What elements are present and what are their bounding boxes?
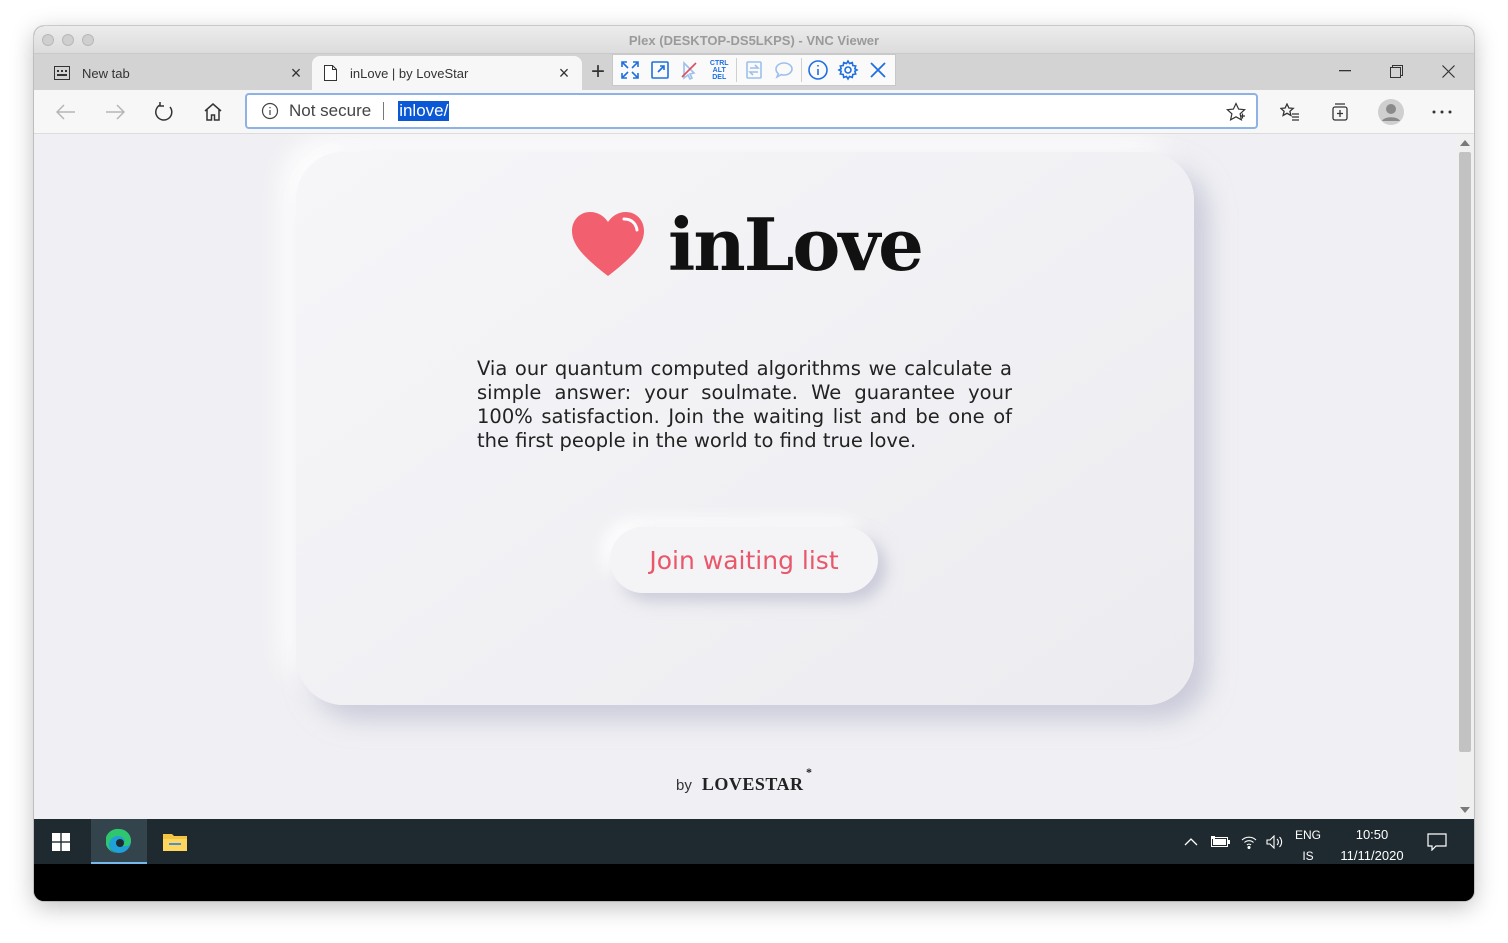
windows-taskbar: ENG IS 10:50 11/11/2020 xyxy=(34,819,1474,864)
clock-time: 10:50 xyxy=(1355,827,1389,842)
footer-by: by xyxy=(676,777,692,794)
fullscreen-icon[interactable] xyxy=(617,57,643,83)
back-arrow-icon[interactable] xyxy=(52,98,80,126)
tab-label: inLove | by LoveStar xyxy=(350,65,469,81)
close-toolbar-icon[interactable] xyxy=(865,57,891,83)
scale-icon[interactable] xyxy=(647,57,673,83)
description-text: Via our quantum computed algorithms we c… xyxy=(477,357,1012,452)
input-language[interactable]: ENG IS xyxy=(1292,825,1324,867)
heart-icon xyxy=(572,211,644,276)
toolbar-divider xyxy=(736,58,738,82)
lovestar-text: LOVESTAR xyxy=(701,774,804,794)
brand-name: inLove xyxy=(668,202,924,287)
battery-icon[interactable] xyxy=(1211,819,1231,864)
edge-browser-icon[interactable] xyxy=(91,819,147,864)
lovestar-logo[interactable]: LOVESTAR * xyxy=(701,765,812,795)
info-icon[interactable] xyxy=(806,57,832,83)
new-tab-page-icon xyxy=(54,65,70,81)
new-tab-button[interactable]: + xyxy=(586,60,610,85)
favorites-icon[interactable] xyxy=(1276,98,1304,126)
scroll-up-arrow-icon[interactable] xyxy=(1460,140,1470,146)
scroll-thumb[interactable] xyxy=(1459,152,1471,752)
collections-icon[interactable] xyxy=(1326,98,1354,126)
wifi-icon[interactable] xyxy=(1241,819,1257,864)
language-code: ENG xyxy=(1294,828,1321,842)
refresh-icon[interactable] xyxy=(150,98,178,126)
vnc-toolbar: CTRL ALT DEL xyxy=(612,54,896,86)
vnc-bottom-bar xyxy=(34,864,1474,901)
notifications-icon[interactable] xyxy=(1427,819,1447,864)
favorite-star-icon[interactable] xyxy=(1226,102,1246,122)
profile-avatar[interactable] xyxy=(1377,98,1405,126)
alt-label: ALT xyxy=(712,66,726,74)
minimize-icon[interactable] xyxy=(1320,56,1370,86)
windows-start-icon[interactable] xyxy=(34,819,88,864)
pointer-disabled-icon[interactable] xyxy=(677,57,703,83)
vnc-viewer-window: Plex (DESKTOP-DS5LKPS) - VNC Viewer New … xyxy=(34,26,1474,901)
clock-date: 11/11/2020 xyxy=(1340,848,1404,863)
hero-card: inLove Via our quantum computed algorith… xyxy=(296,152,1194,705)
url-text[interactable]: inlove/ xyxy=(398,101,450,121)
scroll-down-arrow-icon[interactable] xyxy=(1460,807,1470,813)
close-tab-icon[interactable]: × xyxy=(286,63,306,83)
tab-inlove[interactable]: inLove | by LoveStar × xyxy=(312,56,582,90)
restore-icon[interactable] xyxy=(1371,56,1421,86)
del-label: DEL xyxy=(712,73,727,81)
ctrl-label: CTRL xyxy=(709,59,729,67)
vertical-scrollbar[interactable] xyxy=(1456,134,1474,819)
chat-icon[interactable] xyxy=(771,57,797,83)
join-waiting-list-button[interactable]: Join waiting list xyxy=(610,527,878,593)
web-page: inLove Via our quantum computed algorith… xyxy=(34,134,1456,819)
close-icon[interactable] xyxy=(1423,56,1473,86)
address-divider xyxy=(383,102,385,120)
show-hidden-icons-chevron-icon[interactable] xyxy=(1184,819,1198,864)
tab-label: New tab xyxy=(82,65,130,81)
more-options-icon[interactable] xyxy=(1428,98,1456,126)
home-icon[interactable] xyxy=(199,98,227,126)
settings-gear-icon[interactable] xyxy=(835,57,861,83)
volume-icon[interactable] xyxy=(1266,819,1284,864)
navigation-bar: Not secure inlove/ xyxy=(34,90,1474,134)
forward-arrow-icon[interactable] xyxy=(101,98,129,126)
page-icon xyxy=(322,65,338,81)
info-circle-icon[interactable] xyxy=(261,102,279,120)
inlove-logo: inLove xyxy=(572,202,924,287)
file-explorer-icon[interactable] xyxy=(147,819,203,864)
transfer-files-icon[interactable] xyxy=(741,57,767,83)
ctrl-alt-del-button[interactable]: CTRL ALT DEL xyxy=(706,57,732,83)
mac-titlebar: Plex (DESKTOP-DS5LKPS) - VNC Viewer xyxy=(34,26,1474,54)
security-status[interactable]: Not secure xyxy=(289,101,371,121)
footer-credit: by LOVESTAR * xyxy=(676,765,812,795)
window-title: Plex (DESKTOP-DS5LKPS) - VNC Viewer xyxy=(628,33,880,48)
toolbar-divider xyxy=(800,58,802,82)
close-tab-icon[interactable]: × xyxy=(554,63,574,83)
system-clock[interactable]: 10:50 11/11/2020 xyxy=(1329,824,1415,866)
lovestar-star: * xyxy=(806,765,813,779)
tab-new-tab[interactable]: New tab × xyxy=(44,56,314,90)
address-bar[interactable]: Not secure inlove/ xyxy=(245,93,1258,129)
